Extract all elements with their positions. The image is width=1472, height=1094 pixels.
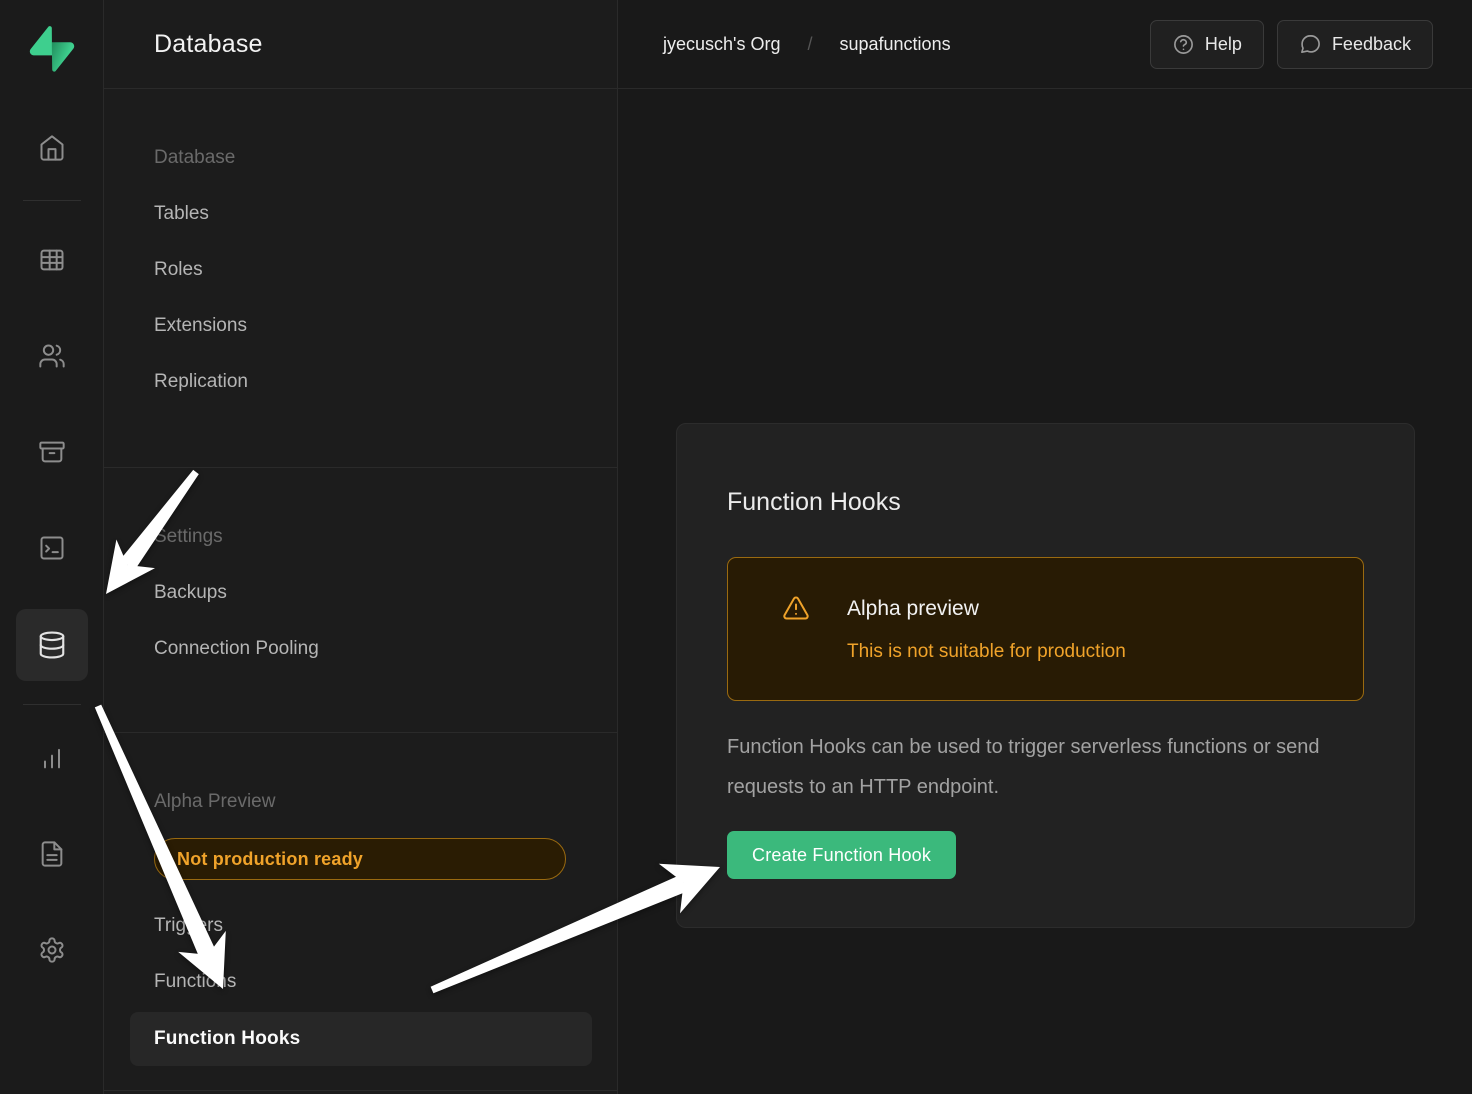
nav-authentication[interactable] bbox=[38, 342, 66, 370]
help-label: Help bbox=[1205, 34, 1242, 55]
alert-description: This is not suitable for production bbox=[847, 638, 1126, 666]
divider bbox=[104, 732, 617, 733]
nav-sql-editor[interactable] bbox=[38, 534, 66, 562]
sidebar-title: Database bbox=[154, 30, 263, 59]
breadcrumb-separator: / bbox=[807, 34, 812, 55]
supabase-dashboard: Database Database Tables Roles Extension… bbox=[0, 0, 1472, 1094]
home-icon bbox=[38, 134, 66, 162]
nav-logs[interactable] bbox=[38, 840, 66, 868]
table-icon bbox=[38, 246, 66, 274]
bar-chart-icon bbox=[38, 744, 66, 772]
nav-storage[interactable] bbox=[38, 438, 66, 466]
section-label-database: Database bbox=[104, 130, 617, 186]
icon-sidebar bbox=[0, 0, 104, 1094]
gear-icon bbox=[38, 936, 66, 964]
section-label-settings: Settings bbox=[104, 509, 617, 565]
file-text-icon bbox=[38, 840, 66, 868]
database-sidebar: Database Database Tables Roles Extension… bbox=[104, 0, 618, 1094]
not-production-ready-badge: Not production ready bbox=[154, 838, 566, 880]
card-description: Function Hooks can be used to trigger se… bbox=[727, 727, 1372, 807]
breadcrumb-project[interactable]: supafunctions bbox=[840, 34, 951, 55]
archive-icon bbox=[38, 438, 66, 466]
divider bbox=[104, 467, 617, 468]
nav-home[interactable] bbox=[38, 134, 66, 162]
section-label-alpha-preview: Alpha Preview bbox=[104, 774, 617, 830]
sidebar-item-extensions[interactable]: Extensions bbox=[104, 298, 617, 354]
sidebar-item-triggers[interactable]: Triggers bbox=[104, 898, 617, 954]
nav-database[interactable] bbox=[16, 609, 88, 681]
terminal-icon bbox=[38, 534, 66, 562]
users-icon bbox=[38, 342, 66, 370]
warning-triangle-icon bbox=[782, 594, 810, 700]
divider bbox=[104, 1090, 617, 1091]
sidebar-item-backups[interactable]: Backups bbox=[104, 565, 617, 621]
sidebar-item-connection-pooling[interactable]: Connection Pooling bbox=[104, 621, 617, 677]
nav-reports[interactable] bbox=[38, 744, 66, 772]
database-icon bbox=[37, 630, 67, 660]
function-hooks-card: Function Hooks Alpha preview This is not… bbox=[676, 423, 1415, 928]
main-area: jyecusch's Org / supafunctions Help Feed… bbox=[618, 0, 1472, 1094]
topbar: jyecusch's Org / supafunctions Help Feed… bbox=[618, 0, 1472, 89]
supabase-logo-icon bbox=[29, 26, 75, 72]
help-circle-icon bbox=[1172, 33, 1195, 56]
speech-bubble-icon bbox=[1299, 33, 1322, 56]
sidebar-item-function-hooks-active[interactable]: Function Hooks bbox=[130, 1012, 592, 1066]
card-title: Function Hooks bbox=[727, 484, 1364, 520]
alpha-preview-alert: Alpha preview This is not suitable for p… bbox=[727, 557, 1364, 701]
breadcrumb: jyecusch's Org / supafunctions bbox=[663, 34, 951, 55]
create-function-hook-button[interactable]: Create Function Hook bbox=[727, 831, 956, 879]
sidebar-header: Database bbox=[104, 0, 617, 89]
sidebar-item-roles[interactable]: Roles bbox=[104, 242, 617, 298]
divider bbox=[23, 200, 81, 201]
supabase-logo[interactable] bbox=[29, 26, 75, 72]
sidebar-item-tables[interactable]: Tables bbox=[104, 186, 617, 242]
feedback-button[interactable]: Feedback bbox=[1277, 20, 1433, 69]
sidebar-item-functions[interactable]: Functions bbox=[104, 954, 617, 1010]
divider bbox=[23, 704, 81, 705]
nav-settings[interactable] bbox=[38, 936, 66, 964]
nav-table-editor[interactable] bbox=[38, 246, 66, 274]
sidebar-item-replication[interactable]: Replication bbox=[104, 354, 617, 410]
help-button[interactable]: Help bbox=[1150, 20, 1264, 69]
alert-title: Alpha preview bbox=[847, 594, 1126, 624]
breadcrumb-org[interactable]: jyecusch's Org bbox=[663, 34, 780, 55]
feedback-label: Feedback bbox=[1332, 34, 1411, 55]
